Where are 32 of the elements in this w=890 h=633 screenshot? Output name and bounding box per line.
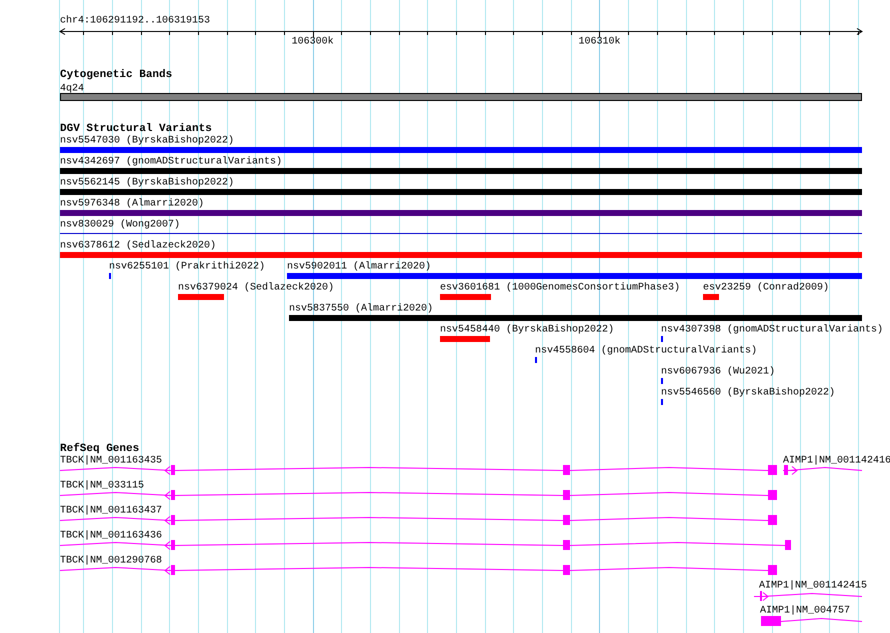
variant-label: nsv4307398 (gnomADStructuralVariants) [661,324,884,336]
gene-label: TBCK|NM_001163437 [60,506,162,517]
gene-label: AIMP1|NM_001142416 [783,456,890,467]
variant-label: esv23259 (Conrad2009) [703,282,830,294]
variant-label: nsv5546560 (ByrskaBishop2022) [661,388,836,399]
variant-label: nsv4558604 (gnomADStructuralVariants) [535,346,758,357]
track-title: RefSeq Genes [60,442,140,455]
variant-label: nsv4342697 (gnomADStructuralVariants) [60,156,282,168]
gene-label: TBCK|NM_001290768 [60,556,162,567]
gene-label: AIMP1|NM_004757 [760,606,850,617]
variant-label: nsv5458440 (ByrskaBishop2022) [440,324,614,336]
variant-label: nsv6255101 (Prakrithi2022) [109,262,266,273]
gene-label: TBCK|NM_001163435 [60,456,162,467]
variant-label: nsv5902011 (Almarri2020) [287,262,432,273]
ruler-tick-label: 106300k [292,36,334,48]
gene-label: TBCK|NM_033115 [60,480,144,492]
variant-label: esv3601681 (1000GenomesConsortiumPhase3) [440,282,680,294]
track-title: DGV Structural Variants [60,122,212,135]
range-label: chr4:106291192..106319153 [60,16,210,27]
variant-label: nsv6378612 (Sedlazeck2020) [60,240,216,252]
variant-label: nsv5976348 (Almarri2020) [60,198,204,210]
variant-label: nsv6067936 (Wu2021) [661,366,776,378]
ruler-tick-label: 106310k [578,36,620,48]
variant-label: nsv5837550 (Almarri2020) [289,304,434,315]
cytoband-label: 4q24 [60,84,84,95]
variant-label: nsv6379024 (Sedlazeck2020) [178,282,334,294]
gene-label: AIMP1|NM_001142415 [759,580,868,592]
gene-label: TBCK|NM_001163436 [60,530,162,542]
track-title: Cytogenetic Bands [60,68,172,81]
variant-label: nsv5547030 (ByrskaBishop2022) [60,136,234,147]
variant-label: nsv5562145 (ByrskaBishop2022) [60,178,234,189]
variant-label: nsv830029 (Wong2007) [60,220,180,231]
